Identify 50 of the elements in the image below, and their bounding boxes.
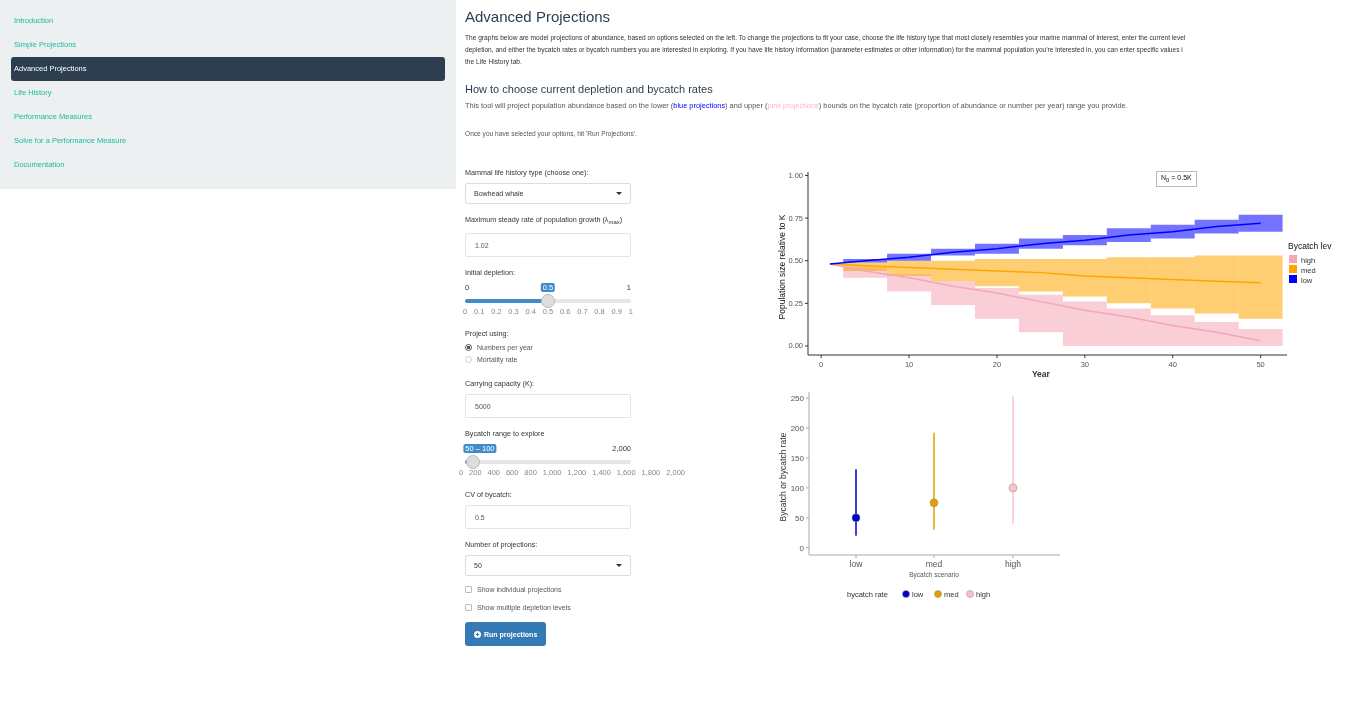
slider-thumb[interactable] — [541, 294, 555, 309]
legend-key — [1289, 255, 1297, 263]
error-bar — [1018, 294, 1063, 333]
error-bar — [1062, 235, 1107, 246]
radio-button[interactable] — [465, 344, 472, 352]
checkbox[interactable] — [465, 586, 472, 594]
legend-key — [966, 590, 974, 598]
plus-circle-icon — [474, 630, 481, 638]
error-bar — [1238, 255, 1283, 319]
legend-key — [902, 590, 910, 598]
section-heading: How to choose current depletion and bycatch rates — [465, 83, 714, 95]
error-bar — [1062, 259, 1107, 297]
legend-key — [934, 590, 942, 598]
data-point — [929, 498, 939, 508]
error-bar — [975, 243, 1019, 254]
axis-title: Bycatch or bycatch rate — [778, 432, 788, 522]
error-bar — [1150, 224, 1195, 239]
legend-key — [1289, 275, 1297, 283]
error-bar — [1018, 238, 1063, 249]
checkbox[interactable] — [465, 604, 472, 612]
error-bar — [1018, 259, 1063, 292]
slider-thumb[interactable] — [466, 455, 481, 470]
tick-label: 250 — [790, 394, 804, 403]
page-title: Advanced Projections — [465, 8, 612, 25]
error-bar — [931, 281, 975, 306]
error-bar — [1194, 219, 1239, 234]
error-bar — [1106, 308, 1151, 346]
tick-label: low — [849, 559, 863, 569]
legend-key — [1289, 265, 1297, 273]
error-bar — [1106, 228, 1151, 242]
error-bar — [975, 259, 1019, 287]
error-bar — [1238, 214, 1283, 232]
legend-title: Bycatch lev — [1288, 241, 1332, 251]
caret-icon — [616, 564, 622, 568]
data-point — [851, 513, 861, 523]
error-bar — [1106, 257, 1151, 304]
tick-label: 100 — [790, 483, 804, 493]
tick-label: 50 — [795, 513, 804, 523]
error-bar — [1238, 328, 1283, 346]
error-bar — [975, 287, 1019, 319]
tick-label: med — [925, 559, 943, 569]
error-bar — [1194, 322, 1239, 346]
caret-icon — [616, 192, 622, 195]
data-point — [1008, 483, 1018, 493]
tick-label: 200 — [790, 423, 804, 433]
tick-label: 150 — [790, 453, 804, 463]
tick-label: high — [1004, 559, 1022, 569]
axis-title: Population size relative to K — [777, 214, 787, 320]
tick-label: 0 — [799, 543, 804, 553]
axis-title: Year — [1031, 369, 1050, 379]
